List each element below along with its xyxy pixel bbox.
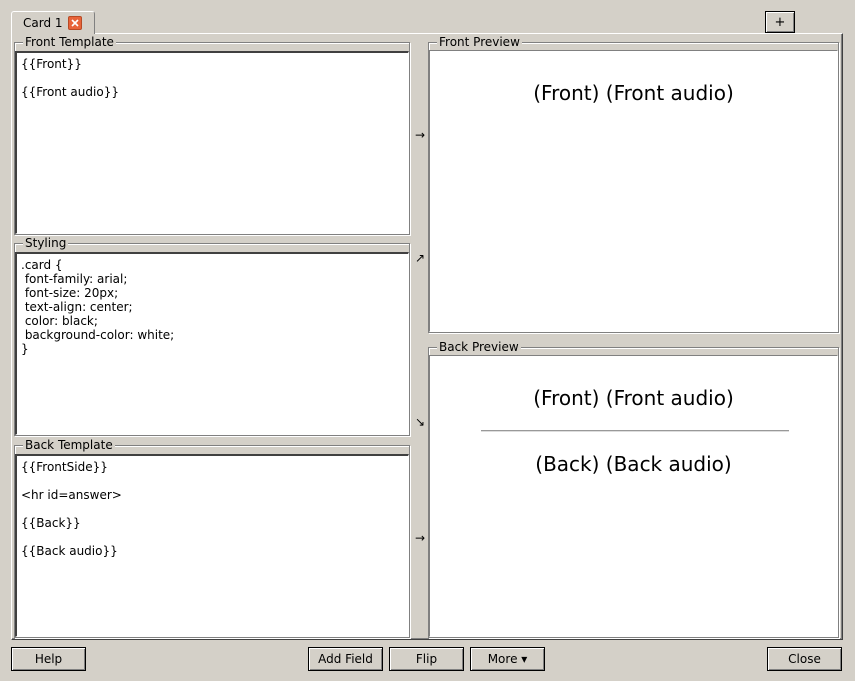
more-button[interactable]: More ▾ [470,647,545,671]
back-to-preview-arrow: → [414,531,426,545]
front-template-editor[interactable]: {{Front}} {{Front audio}} [15,51,409,234]
front-preview-text: (Front) (Front audio) [533,81,734,105]
styling-title: Styling [23,236,69,250]
back-template-editor[interactable]: {{FrontSide}} <hr id=answer> {{Back}} {{… [15,454,409,637]
tab-label: Card 1 [23,16,63,30]
back-template-title: Back Template [23,438,115,452]
add-card-button[interactable]: + [765,11,795,33]
front-preview-title: Front Preview [437,35,522,49]
flip-button[interactable]: Flip [389,647,464,671]
styling-to-back-arrow: ↘ [414,415,426,429]
styling-editor[interactable]: .card { font-family: arial; font-size: 2… [15,252,409,435]
add-field-button[interactable]: Add Field [308,647,383,671]
help-button[interactable]: Help [11,647,86,671]
styling-to-front-arrow: ↗ [414,251,426,265]
front-template-title: Front Template [23,35,116,49]
answer-divider [481,430,789,432]
back-preview-front-text: (Front) (Front audio) [533,386,734,410]
back-preview-title: Back Preview [437,340,521,354]
back-preview-pane: (Front) (Front audio) (Back) (Back audio… [429,355,838,637]
tab-card-1[interactable]: Card 1 [11,11,95,34]
back-preview-back-text: (Back) (Back audio) [535,452,732,476]
close-icon[interactable] [68,16,82,30]
front-preview-pane: (Front) (Front audio) [429,50,838,332]
close-button[interactable]: Close [767,647,842,671]
front-to-preview-arrow: → [414,128,426,142]
